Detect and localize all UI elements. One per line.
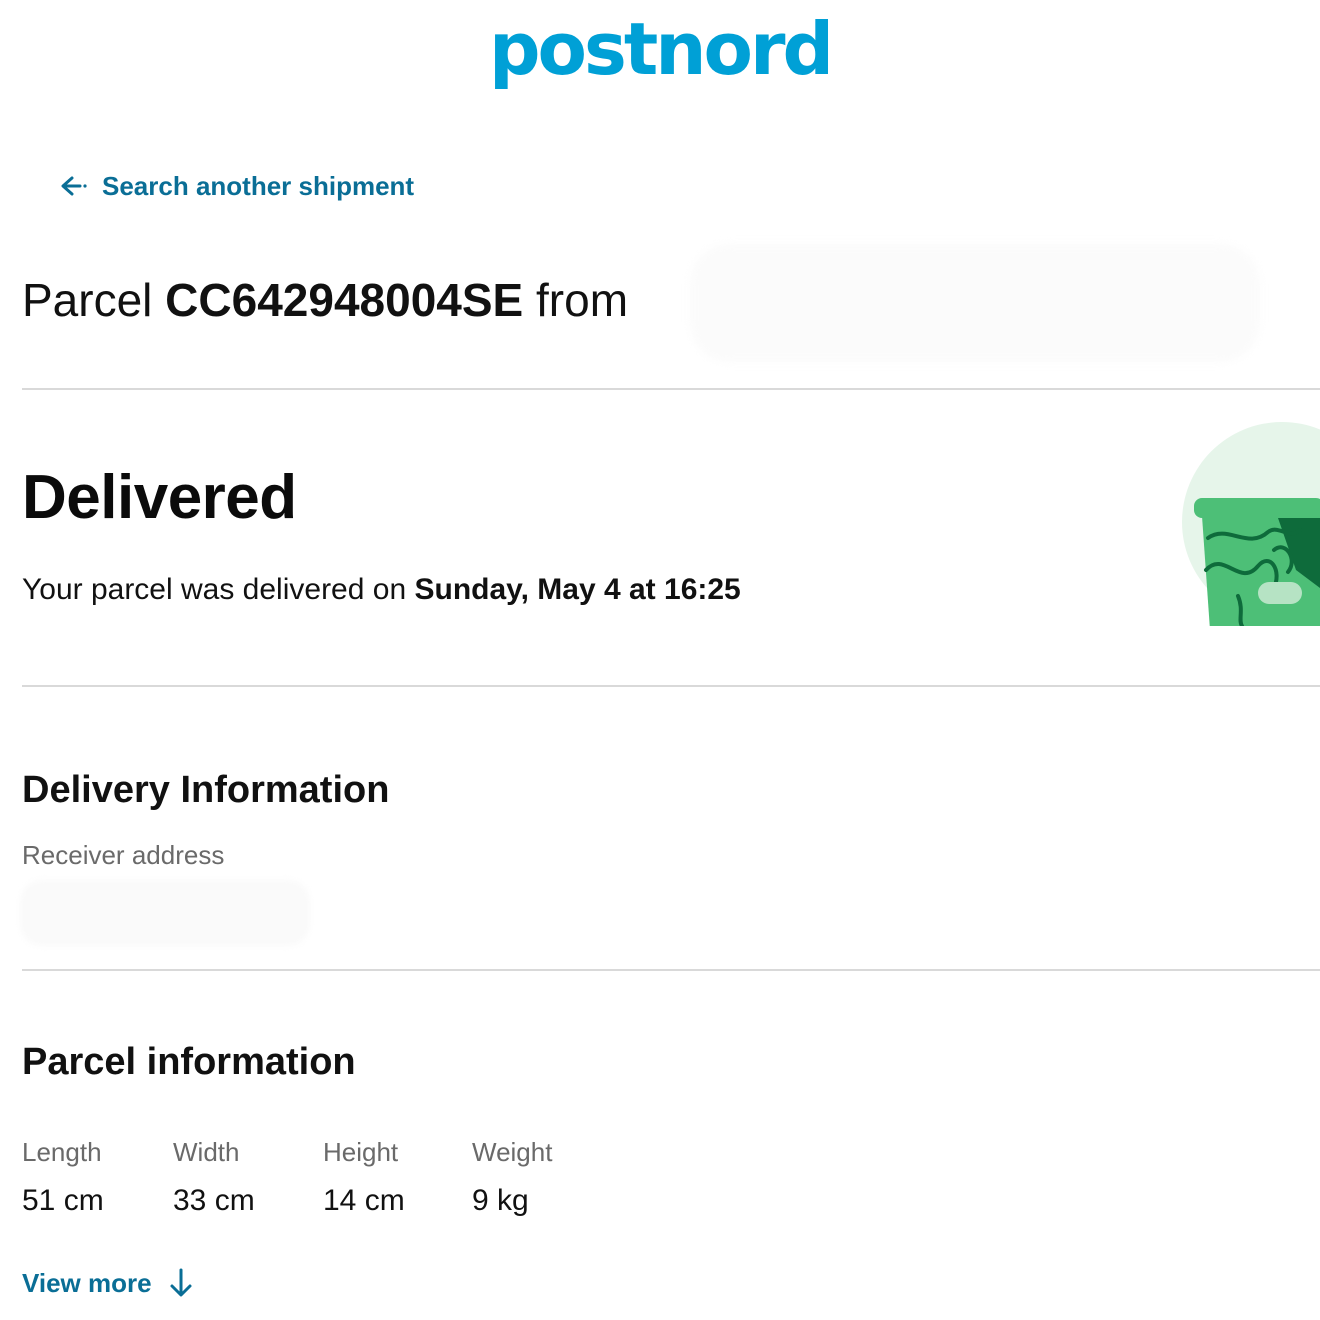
delivery-status-prefix: Your parcel was delivered on	[22, 573, 407, 606]
postnord-logo-mark: postnord	[489, 14, 834, 91]
parcel-weight-value: 9 kg	[472, 1184, 529, 1217]
parcel-id: CC642948004SE	[165, 274, 524, 326]
view-more-label: View more	[22, 1267, 152, 1298]
parcel-length-value: 51 cm	[22, 1184, 104, 1217]
receiver-address-redacted	[20, 880, 310, 946]
parcel-prefix: Parcel	[22, 274, 153, 326]
delivery-datetime: Sunday, May 4 at 16:25	[414, 573, 741, 606]
parcel-information-title: Parcel information	[22, 1041, 356, 1083]
parcel-length-label: Length	[22, 1137, 102, 1167]
parcel-weight: Weight 9 kg	[472, 1134, 622, 1220]
search-another-shipment-label: Search another shipment	[102, 170, 415, 201]
delivery-status-text: Your parcel was delivered on Sunday, May…	[22, 570, 741, 610]
delivery-status-title: Delivered	[22, 463, 297, 532]
parcel-width: Width 33 cm	[173, 1134, 323, 1220]
parcel-height-label: Height	[323, 1137, 399, 1167]
parcel-weight-label: Weight	[472, 1137, 553, 1167]
parcel-heading: Parcel CC642948004SE from	[22, 268, 628, 332]
parcel-height: Height 14 cm	[323, 1134, 473, 1220]
parcel-height-value: 14 cm	[323, 1184, 405, 1217]
sender-name-redacted	[690, 244, 1260, 362]
arrow-left-icon	[61, 176, 87, 196]
divider	[22, 685, 1320, 687]
search-another-shipment-link[interactable]: Search another shipment	[58, 168, 414, 204]
arrow-down-icon	[170, 1268, 192, 1297]
delivery-information-title: Delivery Information	[22, 769, 390, 811]
divider	[22, 388, 1320, 390]
parcel-width-label: Width	[173, 1137, 240, 1167]
parcel-from-label: from	[536, 274, 629, 326]
receiver-address-label: Receiver address	[22, 840, 225, 870]
view-more-button[interactable]: View more	[22, 1266, 196, 1300]
divider	[22, 969, 1320, 971]
logo-text: postnord	[489, 14, 831, 91]
delivered-parcel-icon	[1178, 420, 1320, 626]
parcel-length: Length 51 cm	[22, 1134, 172, 1220]
parcel-width-value: 33 cm	[173, 1184, 255, 1217]
postnord-logo[interactable]: postnord	[0, 14, 1320, 103]
